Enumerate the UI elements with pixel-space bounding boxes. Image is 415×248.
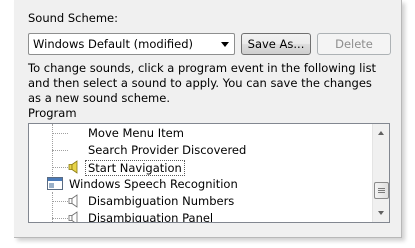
instructions-text: To change sounds, click a program event … [28, 61, 377, 105]
list-item-label: Search Provider Discovered [88, 143, 247, 157]
sound-scheme-label: Sound Scheme: [28, 11, 119, 25]
tree-connector [52, 150, 68, 151]
speaker-icon [68, 160, 78, 174]
sound-scheme-value: Windows Default (modified) [33, 37, 193, 51]
grip-line [378, 192, 385, 193]
speaker-icon [68, 194, 78, 208]
application-window-icon [47, 177, 63, 190]
program-events-list[interactable]: Move Menu Item Search Provider Discovere… [28, 123, 390, 223]
tree-connector [52, 133, 68, 134]
grip-line [378, 188, 385, 189]
list-item-label: Disambiguation Panel [88, 211, 214, 223]
arrow-down-icon [378, 211, 384, 215]
program-label: Program [28, 106, 77, 120]
grip-line [378, 190, 385, 191]
list-item-label: Move Menu Item [88, 126, 184, 140]
sound-scheme-dropdown[interactable]: Windows Default (modified) [28, 33, 235, 55]
arrow-up-icon [378, 131, 384, 135]
scroll-up-button[interactable] [374, 124, 389, 141]
list-item-label: Start Navigation [85, 160, 185, 176]
save-as-button[interactable]: Save As... [241, 33, 311, 55]
delete-button[interactable]: Delete [317, 33, 391, 55]
tree-connector [52, 201, 68, 202]
list-group-label: Windows Speech Recognition [69, 177, 238, 191]
tree-connector [52, 218, 68, 219]
list-item-label: Disambiguation Numbers [88, 194, 235, 208]
chevron-down-icon [221, 42, 229, 47]
scroll-down-button[interactable] [374, 205, 389, 222]
speaker-icon [68, 211, 78, 222]
vertical-scrollbar[interactable] [372, 124, 389, 222]
tree-connector [52, 167, 68, 168]
scrollbar-thumb[interactable] [374, 182, 389, 199]
